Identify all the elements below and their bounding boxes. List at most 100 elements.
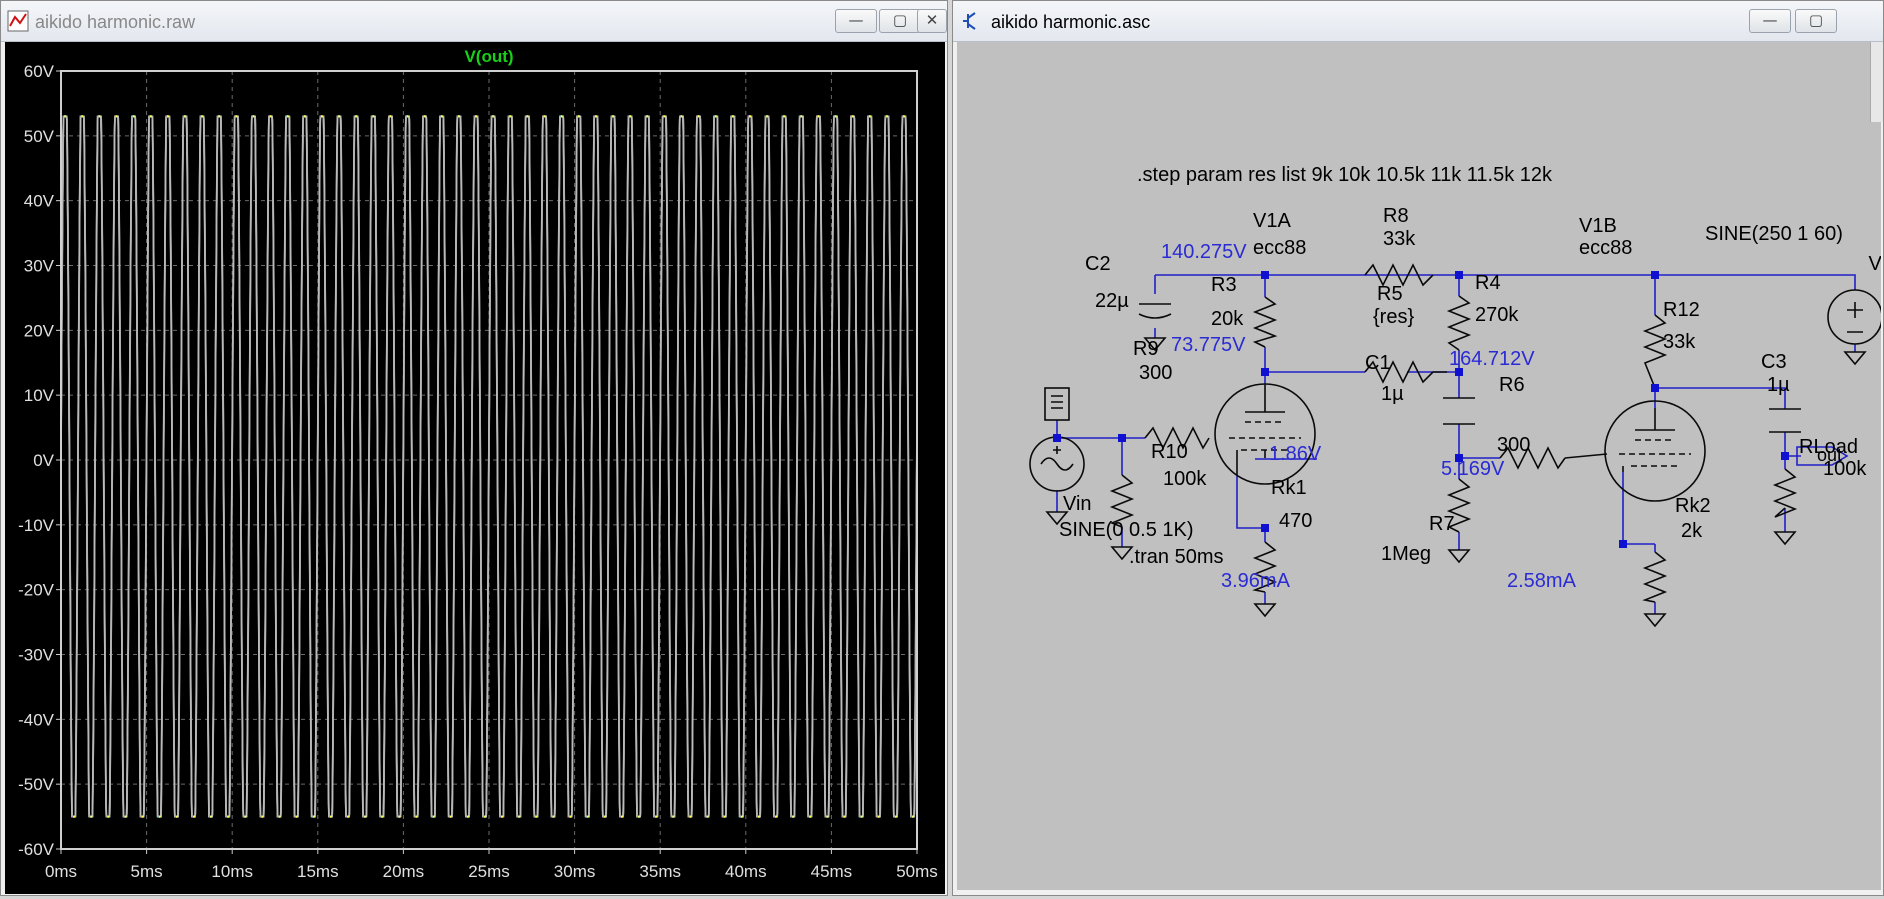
peak-marker — [646, 115, 649, 118]
r10-value[interactable]: 100k — [1163, 468, 1207, 490]
r4-name[interactable]: R4 — [1475, 272, 1501, 294]
x-tick-label: 35ms — [639, 862, 681, 881]
peak-marker — [783, 115, 786, 118]
r10-name[interactable]: R10 — [1151, 441, 1188, 463]
tran-directive[interactable]: .tran 50ms — [1129, 546, 1223, 568]
r8-name[interactable]: R8 — [1383, 205, 1409, 227]
x-tick-label: 40ms — [725, 862, 767, 881]
y-tick-label: -60V — [18, 840, 55, 859]
r4-value[interactable]: 270k — [1475, 304, 1519, 326]
v1a-model[interactable]: ecc88 — [1253, 237, 1306, 259]
rk2-name[interactable]: Rk2 — [1675, 495, 1711, 517]
v2-name[interactable]: V2 — [1869, 253, 1884, 275]
peak-marker — [235, 115, 238, 118]
r9-name[interactable]: R9 — [1133, 338, 1159, 360]
peak-marker — [303, 115, 306, 118]
peak-marker — [458, 115, 461, 118]
r5-value[interactable]: {res} — [1373, 306, 1414, 328]
peak-marker — [834, 115, 837, 118]
trough-marker — [432, 815, 435, 818]
trough-marker — [586, 815, 589, 818]
close-button[interactable]: ✕ — [917, 9, 947, 33]
trough-marker — [894, 815, 897, 818]
trough-marker — [73, 815, 76, 818]
r7-value[interactable]: 1Meg — [1381, 543, 1431, 565]
r7-name[interactable]: R7 — [1429, 513, 1455, 535]
r6-name[interactable]: R6 — [1499, 374, 1525, 396]
y-tick-label: -40V — [18, 710, 55, 729]
r9-value[interactable]: 300 — [1139, 362, 1172, 384]
maximize-button[interactable]: ▢ — [879, 9, 921, 33]
peak-marker — [440, 115, 443, 118]
annotation-73v: 73.775V — [1171, 334, 1246, 356]
trough-marker — [90, 815, 93, 818]
r12-name[interactable]: R12 — [1663, 299, 1700, 321]
v1b-model[interactable]: ecc88 — [1579, 237, 1632, 259]
maximize-button[interactable]: ▢ — [1795, 9, 1837, 33]
annotation-140v: 140.275V — [1161, 241, 1247, 263]
minimize-button[interactable]: — — [835, 9, 877, 33]
c1-value[interactable]: 1µ — [1381, 383, 1404, 405]
y-tick-label: -50V — [18, 775, 55, 794]
schematic-drawing[interactable]: .step param res list 9k 10k 10.5k 11k 11… — [957, 42, 1884, 890]
v2-value[interactable]: SINE(250 1 60) — [1705, 223, 1843, 245]
peak-marker — [355, 115, 358, 118]
v1b-name[interactable]: V1B — [1579, 215, 1617, 237]
trough-marker — [227, 815, 230, 818]
r6-value[interactable]: 300 — [1497, 434, 1530, 456]
trough-marker — [860, 815, 863, 818]
rk1-name[interactable]: Rk1 — [1271, 477, 1307, 499]
trough-marker — [347, 815, 350, 818]
trough-marker — [740, 815, 743, 818]
waveform-window-titlebar[interactable]: aikido harmonic.raw — ▢ ✕ — [1, 1, 947, 42]
trough-marker — [655, 815, 658, 818]
c2-name[interactable]: C2 — [1085, 253, 1111, 275]
c2-value[interactable]: 22µ — [1095, 290, 1129, 312]
v1a-name[interactable]: V1A — [1253, 210, 1291, 232]
peak-marker — [64, 115, 67, 118]
trough-marker — [689, 815, 692, 818]
trough-marker — [792, 815, 795, 818]
trace-label[interactable]: V(out) — [464, 47, 513, 66]
y-tick-label: -30V — [18, 646, 55, 665]
r3-value[interactable]: 20k — [1211, 308, 1244, 330]
trough-marker — [569, 815, 572, 818]
schematic-window: aikido harmonic.asc — ▢ .step param res … — [952, 0, 1884, 896]
schematic-window-titlebar[interactable]: aikido harmonic.asc — ▢ — [953, 1, 1883, 42]
annotation-5-169v: 5.169V — [1441, 458, 1505, 480]
x-tick-label: 30ms — [554, 862, 596, 881]
x-tick-label: 20ms — [383, 862, 425, 881]
waveform-icon — [7, 10, 29, 32]
peak-marker — [475, 115, 478, 118]
peak-marker — [577, 115, 580, 118]
plot-pane[interactable]: V(out) 0ms 5ms 10ms 15ms 20ms 25ms 30ms 35ms 40m… — [5, 42, 945, 894]
c3-value[interactable]: 1µ — [1767, 374, 1790, 396]
vin-name[interactable]: Vin — [1063, 493, 1092, 515]
peak-marker — [286, 115, 289, 118]
minimize-button[interactable]: — — [1749, 9, 1791, 33]
out-port-label[interactable]: out — [1817, 445, 1842, 465]
trough-marker — [484, 815, 487, 818]
trough-marker — [501, 815, 504, 818]
step-directive[interactable]: .step param res list 9k 10k 10.5k 11k 11… — [1137, 164, 1553, 186]
peak-marker — [868, 115, 871, 118]
r12-value[interactable]: 33k — [1663, 331, 1696, 353]
vin-value[interactable]: SINE(0 0.5 1K) — [1059, 519, 1194, 541]
vertical-scrollbar[interactable] — [1870, 42, 1883, 122]
rk1-value[interactable]: 470 — [1279, 510, 1312, 532]
y-tick-label: -10V — [18, 516, 55, 535]
waveform-chart[interactable]: V(out) 0ms 5ms 10ms 15ms 20ms 25ms 30ms 35ms 40m… — [5, 42, 945, 894]
peak-marker — [886, 115, 889, 118]
annotation-1-86v: 1.86V — [1269, 443, 1322, 465]
peak-marker — [98, 115, 101, 118]
r3-name[interactable]: R3 — [1211, 274, 1237, 296]
rk2-value[interactable]: 2k — [1681, 520, 1703, 542]
c1-name[interactable]: C1 — [1365, 352, 1391, 374]
schematic-canvas[interactable]: .step param res list 9k 10k 10.5k 11k 11… — [957, 42, 1884, 890]
x-tick-label: 5ms — [131, 862, 163, 881]
c3-name[interactable]: C3 — [1761, 351, 1787, 373]
trough-marker — [603, 815, 606, 818]
r5-name[interactable]: R5 — [1377, 283, 1403, 305]
peak-marker — [766, 115, 769, 118]
r8-value[interactable]: 33k — [1383, 228, 1416, 250]
